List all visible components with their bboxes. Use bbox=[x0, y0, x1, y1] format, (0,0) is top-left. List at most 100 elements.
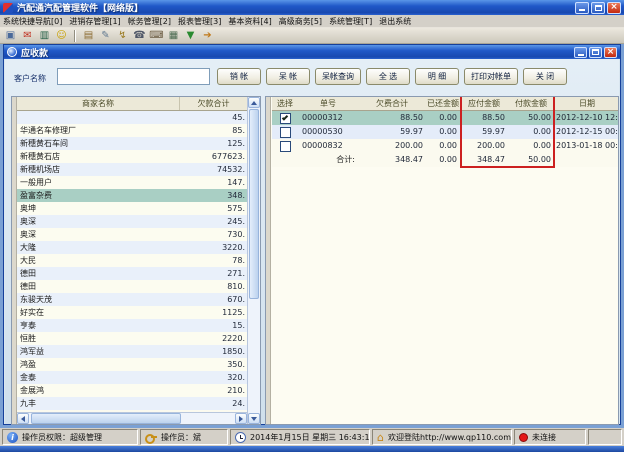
action-buttons: 销 帐呆 帐呆帐查询全 选明 细打印对帐单关 闭 bbox=[217, 68, 567, 85]
print-statement-button[interactable]: 打印对帐单 bbox=[464, 68, 518, 85]
key-icon bbox=[145, 432, 157, 442]
window-bottom-border bbox=[0, 446, 624, 452]
merchant-row[interactable]: 奥坤 575. bbox=[17, 202, 247, 215]
vertical-scrollbar[interactable] bbox=[247, 97, 260, 424]
debt-total-header: 欠款合计 bbox=[179, 97, 247, 110]
customer-name-input[interactable] bbox=[57, 68, 210, 85]
datetime-status: 2014年1月15日 星期三 16:43:14 bbox=[250, 432, 370, 443]
merchant-row[interactable]: 45. bbox=[17, 111, 247, 124]
row-checkbox[interactable] bbox=[280, 127, 291, 138]
toolbar-separator bbox=[74, 30, 76, 42]
scroll-down-button[interactable] bbox=[248, 413, 260, 424]
merchant-row[interactable]: 奥深 730. bbox=[17, 228, 247, 241]
merchant-row[interactable]: 鸿军益 1850. bbox=[17, 345, 247, 358]
maximize-button[interactable] bbox=[591, 2, 605, 14]
clock-icon bbox=[235, 432, 246, 443]
menu-system-mgmt[interactable]: 系统管理[T] bbox=[329, 16, 372, 27]
customer-name-label: 客户名称 bbox=[14, 73, 46, 84]
bank-icon[interactable]: ▥ bbox=[37, 29, 52, 43]
detail-button[interactable]: 明 细 bbox=[415, 68, 459, 85]
scroll-up-button[interactable] bbox=[248, 97, 260, 108]
total-label: 合计: bbox=[298, 153, 358, 167]
merchant-row[interactable]: 新穗黄石车间 125. bbox=[17, 137, 247, 150]
merchant-row[interactable]: 盈富杂费 348. bbox=[17, 189, 247, 202]
edit-icon[interactable]: ✎ bbox=[98, 29, 113, 43]
operator-status: 操作员：斌 bbox=[161, 432, 201, 443]
select-all-button[interactable]: 全 选 bbox=[366, 68, 410, 85]
bad-debt-button[interactable]: 呆 帐 bbox=[266, 68, 310, 85]
merchant-row[interactable]: 奥深 245. bbox=[17, 215, 247, 228]
merchant-row[interactable]: 德田 810. bbox=[17, 280, 247, 293]
menu-exit[interactable]: 退出系统 bbox=[379, 16, 411, 27]
merchant-row[interactable]: 好实在 1125. bbox=[17, 306, 247, 319]
merchant-row[interactable]: 恒胜 2220. bbox=[17, 332, 247, 345]
merchant-row[interactable]: 大隆 3220. bbox=[17, 241, 247, 254]
close-button[interactable]: 关 闭 bbox=[523, 68, 567, 85]
permission-status: 操作员权限：超级管理 bbox=[22, 432, 102, 443]
merchant-row[interactable]: 亨泰 15. bbox=[17, 319, 247, 332]
menu-basic-data[interactable]: 基本资料[4] bbox=[228, 16, 271, 27]
exit-icon[interactable]: ➔ bbox=[200, 29, 215, 43]
merchant-row[interactable]: 大民 78. bbox=[17, 254, 247, 267]
menu-inventory[interactable]: 进销存管理[1] bbox=[69, 16, 120, 27]
row-checkbox[interactable] bbox=[280, 141, 291, 152]
select-header: 选择 bbox=[272, 97, 298, 110]
dialog-close-button[interactable]: × bbox=[604, 47, 617, 58]
menu-system-nav[interactable]: 系统快捷导航[0] bbox=[3, 16, 62, 27]
minimize-button[interactable] bbox=[575, 2, 589, 14]
horizontal-scroll-thumb[interactable] bbox=[31, 413, 181, 424]
merchant-row[interactable]: 鸿盈 350. bbox=[17, 358, 247, 371]
menu-bar: 系统快捷导航[0] 进销存管理[1] 帐务管理[2] 报表管理[3] 基本资料[4] 高级… bbox=[0, 15, 624, 28]
status-bar: i 操作员权限：超级管理 操作员：斌 2014年1月15日 星期三 16:43:… bbox=[0, 428, 624, 446]
bill-table-header: 选择 单号 欠费合计 已还金额 应付金额 付款金额 日期 bbox=[272, 97, 619, 111]
paid-header: 付款金额 bbox=[508, 97, 554, 110]
notes-icon[interactable]: ▤ bbox=[81, 29, 96, 43]
merchant-row[interactable]: 新穗机场店 74532. bbox=[17, 163, 247, 176]
date-header: 日期 bbox=[554, 97, 619, 110]
phone-icon[interactable]: ☎ bbox=[132, 29, 147, 43]
app-icon bbox=[3, 3, 13, 13]
mail-icon[interactable]: ✉ bbox=[20, 29, 35, 43]
import-icon[interactable]: ▼ bbox=[183, 29, 198, 43]
close-button[interactable]: × bbox=[607, 2, 621, 14]
merchant-row[interactable]: 金展鸿 210. bbox=[17, 384, 247, 397]
merchant-row[interactable]: 华通名车修理厂 85. bbox=[17, 124, 247, 137]
scroll-left-button[interactable] bbox=[17, 413, 29, 424]
row-indicator-column bbox=[266, 97, 271, 424]
printer-icon[interactable]: ▣ bbox=[3, 29, 18, 43]
dialog-minimize-button[interactable] bbox=[574, 47, 587, 58]
merchant-row[interactable]: 新穗黄石店 677623. bbox=[17, 150, 247, 163]
bill-row[interactable]: 00000312 88.50 0.00 88.50 50.00 2012-12-… bbox=[272, 111, 619, 125]
scroll-right-button[interactable] bbox=[235, 413, 247, 424]
payable-header: 应付金额 bbox=[460, 97, 508, 110]
menu-advanced-business[interactable]: 高级商务[5] bbox=[279, 16, 322, 27]
merchant-row[interactable]: 金泰 320. bbox=[17, 371, 247, 384]
menu-reports[interactable]: 报表管理[3] bbox=[178, 16, 221, 27]
welcome-link[interactable]: 欢迎登陆http://www.qp110.com bbox=[388, 432, 511, 443]
ledger-icon[interactable]: ▦ bbox=[166, 29, 181, 43]
merchant-row[interactable]: 德田 271. bbox=[17, 267, 247, 280]
bad-debt-query-button[interactable]: 呆帐查询 bbox=[315, 68, 361, 85]
vertical-scroll-thumb[interactable] bbox=[249, 109, 259, 299]
fax-icon[interactable]: ⌨ bbox=[149, 29, 164, 43]
merchant-table-header: 商家名称 欠款合计 bbox=[17, 97, 247, 111]
receivables-titlebar: 应收款 × bbox=[4, 45, 620, 59]
merchant-row[interactable]: 九丰 24. bbox=[17, 397, 247, 410]
bill-row[interactable]: 00000530 59.97 0.00 59.97 0.00 2012-12-1… bbox=[272, 125, 619, 139]
mdi-background: 应收款 × 客户名称 销 帐呆 帐呆帐查询全 选明 细打印对帐单关 闭 商家名称… bbox=[0, 44, 624, 428]
horizontal-scrollbar[interactable] bbox=[17, 412, 247, 424]
info-icon: i bbox=[7, 432, 18, 443]
merchant-list: 45. 华通名车修理厂 85. 新穗黄石车间 125. bbox=[17, 111, 247, 412]
flash-icon[interactable]: ↯ bbox=[115, 29, 130, 43]
merchant-row[interactable]: 一般用户 147. bbox=[17, 176, 247, 189]
write-off-button[interactable]: 销 帐 bbox=[217, 68, 261, 85]
merchant-row[interactable]: 东骏天茂 670. bbox=[17, 293, 247, 306]
bill-row[interactable]: 00000832 200.00 0.00 200.00 0.00 2013-01… bbox=[272, 139, 619, 153]
menu-accounting[interactable]: 帐务管理[2] bbox=[128, 16, 171, 27]
row-checkbox[interactable] bbox=[280, 113, 291, 124]
home-icon: ⌂ bbox=[377, 432, 384, 443]
dialog-maximize-button[interactable] bbox=[589, 47, 602, 58]
total-row: 合计: 348.47 0.00 348.47 50.00 bbox=[272, 153, 619, 167]
smiley-icon[interactable]: ☺ bbox=[54, 29, 69, 43]
bill-no-header: 单号 bbox=[298, 97, 358, 110]
